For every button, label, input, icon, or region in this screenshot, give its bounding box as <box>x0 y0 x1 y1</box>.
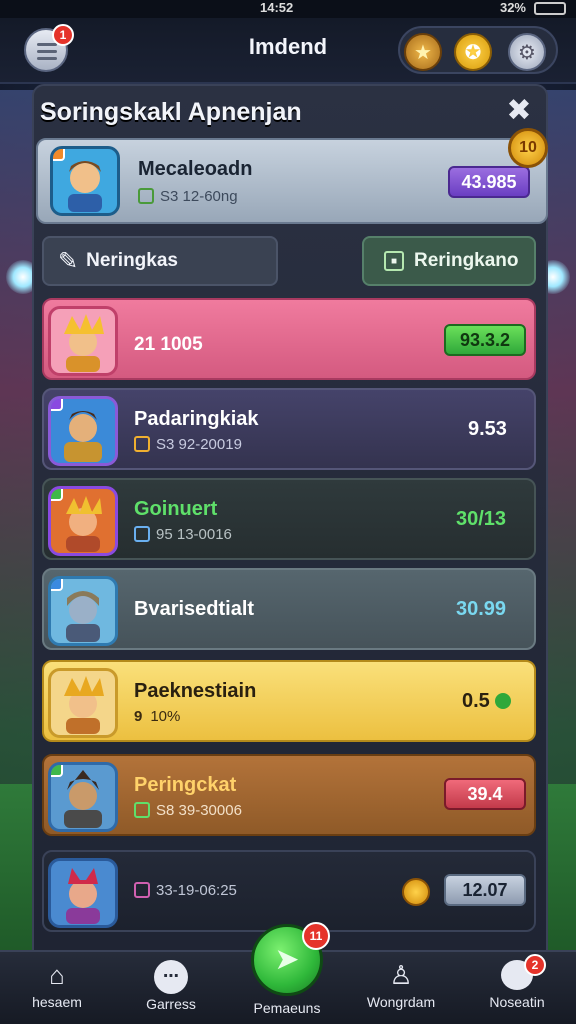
leaderboard-row[interactable]: Paeknestiain 9 10% 0.5 <box>42 660 536 742</box>
nav-label: Wongrdam <box>366 994 436 1010</box>
status-dot-icon <box>495 693 512 709</box>
row-score: 12.07 <box>444 874 526 906</box>
level-badge-icon <box>53 149 65 161</box>
row-name: Peringckat <box>134 774 237 796</box>
avatar <box>48 486 118 556</box>
player-avatar-icon <box>64 676 104 734</box>
row-sub: S3 92-20019 <box>134 436 242 453</box>
row-score: 9.53 <box>468 418 507 440</box>
tab-neringkas[interactable]: ✎ Neringkas <box>42 236 278 286</box>
avatar <box>48 396 118 466</box>
status-battery-percent: 32% <box>499 0 526 15</box>
status-time: 14:52 <box>260 0 294 15</box>
row-sub-text: S3 92-20019 <box>156 436 242 453</box>
row-sub-text: 33-19-06:25 <box>156 882 237 899</box>
avatar <box>48 858 118 928</box>
level-badge-icon <box>51 579 63 591</box>
tab-label: Reringkano <box>414 250 519 271</box>
leaderboard-row[interactable]: Peringckat S8 39-30006 39.4 <box>42 754 536 836</box>
close-icon[interactable]: ✖ <box>502 94 536 128</box>
panel-title: Soringskakl Apnenjan <box>40 98 302 126</box>
avatar <box>48 576 118 646</box>
nav-messages[interactable]: 2 Noseatin <box>474 954 560 1010</box>
bell-icon: ♙ <box>389 960 413 990</box>
badge-icon[interactable]: ✪ <box>454 33 492 71</box>
player-avatar-icon <box>66 868 100 924</box>
handshake-icon: ✎ <box>58 247 79 275</box>
nav-label: hesaem <box>32 994 82 1010</box>
top-header: 1 Imdend ★ ✪ ⚙ <box>0 18 576 84</box>
status-bar: 14:52 32% <box>0 0 576 18</box>
nav-label: Garress <box>146 996 196 1012</box>
avatar <box>50 146 120 216</box>
leaderboard-row[interactable]: Padaringkiak S3 92-20019 9.53 <box>42 388 536 470</box>
row-sub-text: 95 13-0016 <box>156 526 232 543</box>
bottom-nav: ⌂ hesaem ⋯ Garress ➤ 11 Pemaeuns ♙ Wongr… <box>0 922 576 1024</box>
row-score: 0.5 <box>462 690 512 713</box>
level-badge-icon <box>51 399 63 411</box>
home-icon: ⌂ <box>49 960 65 990</box>
play-badge: 11 <box>302 922 330 950</box>
nav-play[interactable]: ➤ 11 Pemaeuns <box>244 922 330 1016</box>
nav-notifications[interactable]: ♙ Wongrdam <box>358 960 444 1010</box>
shield-icon <box>134 802 150 818</box>
clock-icon <box>138 188 154 204</box>
level-badge-icon <box>51 765 63 777</box>
player-avatar-icon <box>64 314 104 372</box>
row-sub: 9 10% <box>134 708 180 725</box>
row-name: Padaringkiak <box>134 408 259 430</box>
check-icon <box>134 526 150 542</box>
row-score: 30.99 <box>456 598 507 620</box>
settings-icon[interactable]: ⚙ <box>508 33 546 71</box>
tab-label: Neringkas <box>86 250 178 271</box>
row-sub: 21 1005 <box>134 334 203 355</box>
avatar <box>48 668 118 738</box>
nav-games[interactable]: ⋯ Garress <box>128 960 214 1012</box>
messages-badge: 2 <box>524 954 546 976</box>
row-sub-text: 10% <box>150 708 181 725</box>
calendar-icon <box>134 882 150 898</box>
star-icon[interactable]: ★ <box>404 33 442 71</box>
row-score: 39.4 <box>444 778 526 810</box>
avatar <box>48 306 118 376</box>
row-sub: 95 13-0016 <box>134 526 232 543</box>
leaderboard-row[interactable]: 21 1005 93.3.2 <box>42 298 536 380</box>
profile-sub: S3 12-60ng <box>138 188 238 205</box>
nav-label: Noseatin <box>489 994 545 1010</box>
leaderboard-row[interactable]: Bvarisedtialt 30.99 <box>42 568 536 650</box>
tab-reringkano[interactable]: ■ Reringkano <box>362 236 536 286</box>
row-name: Paeknestiain <box>134 680 257 702</box>
row-score: 30/13 <box>456 508 507 530</box>
leaderboard-row[interactable]: 33-19-06:25 12.07 <box>42 850 536 932</box>
row-name: Bvarisedtialt <box>134 598 255 620</box>
profile-card[interactable]: Mecaleoadn S3 12-60ng 43.985 10 <box>36 128 548 224</box>
clock-icon <box>134 436 150 452</box>
battery-icon <box>534 2 566 15</box>
row-sub: 33-19-06:25 <box>134 882 237 899</box>
row-name: Goinuert <box>134 498 218 520</box>
avatar <box>48 762 118 832</box>
leaderboard-row[interactable]: Goinuert 95 13-0016 30/13 <box>42 478 536 560</box>
rank-medal: 10 <box>508 128 548 168</box>
nav-label: Pemaeuns <box>253 1000 321 1016</box>
medal-icon <box>402 878 430 906</box>
row-score-text: 0.5 <box>462 690 490 712</box>
level-badge-icon <box>51 489 63 501</box>
profile-name: Mecaleoadn <box>138 158 253 180</box>
nav-home[interactable]: ⌂ hesaem <box>14 960 100 1010</box>
hourglass-icon: 9 <box>134 708 143 725</box>
row-sub-text: S8 39-30006 <box>156 802 242 819</box>
game-controller-icon: ⋯ <box>154 960 188 994</box>
row-sub: S8 39-30006 <box>134 802 242 819</box>
square-icon: ■ <box>384 251 404 271</box>
row-score: 93.3.2 <box>444 324 526 356</box>
profile-sub-text: S3 12-60ng <box>160 188 238 205</box>
leaderboard-panel: Soringskakl Apnenjan ✖ Mecaleoadn S3 12-… <box>32 84 548 954</box>
profile-score: 43.985 <box>448 166 530 198</box>
header-actions: ★ ✪ ⚙ <box>398 26 558 74</box>
